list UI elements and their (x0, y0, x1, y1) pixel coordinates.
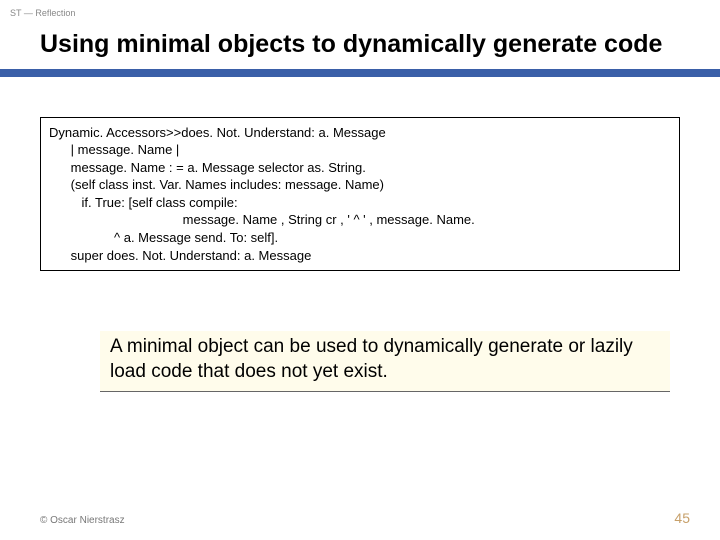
code-line: message. Name : = a. Message selector as… (49, 160, 366, 175)
separator-bar (0, 69, 720, 77)
code-line: (self class inst. Var. Names includes: m… (49, 177, 384, 192)
code-line: message. Name , String cr , ' ^ ' , mess… (49, 212, 475, 227)
code-line: if. True: [self class compile: (49, 195, 238, 210)
content-area: Dynamic. Accessors>>does. Not. Understan… (0, 77, 720, 392)
footer: © Oscar Nierstrasz 45 (40, 510, 690, 526)
code-line: | message. Name | (49, 142, 179, 157)
code-line: ^ a. Message send. To: self]. (49, 230, 278, 245)
header-label: ST — Reflection (0, 0, 720, 18)
callout-wrap: A minimal object can be used to dynamica… (40, 331, 680, 391)
page-title: Using minimal objects to dynamically gen… (40, 30, 720, 59)
page-number: 45 (674, 510, 690, 526)
callout-box: A minimal object can be used to dynamica… (100, 331, 670, 391)
copyright-text: © Oscar Nierstrasz (40, 515, 125, 526)
title-region: Using minimal objects to dynamically gen… (0, 18, 720, 59)
code-block: Dynamic. Accessors>>does. Not. Understan… (40, 117, 680, 271)
code-line: super does. Not. Understand: a. Message (49, 248, 311, 263)
code-line: Dynamic. Accessors>>does. Not. Understan… (49, 125, 386, 140)
